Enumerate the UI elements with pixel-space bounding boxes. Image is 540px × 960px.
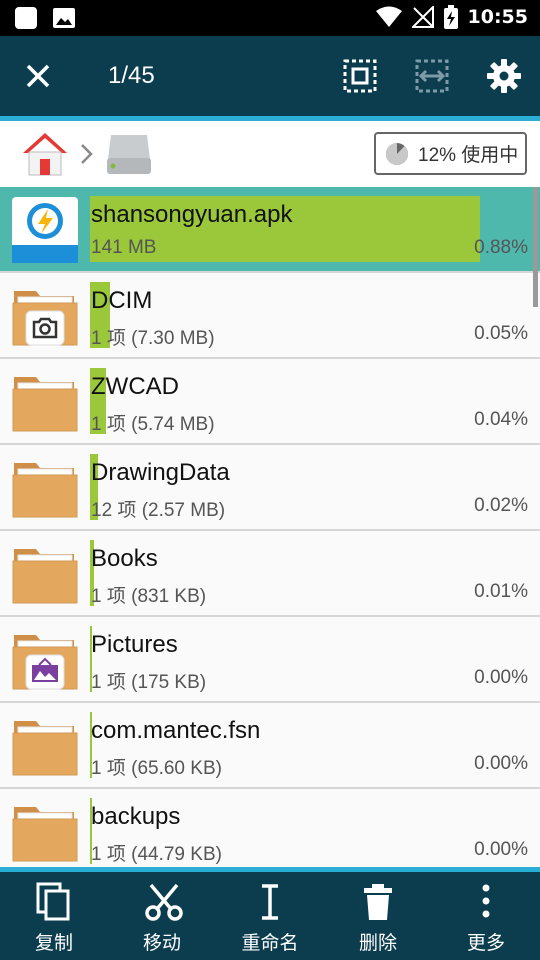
folder-icon <box>12 807 78 862</box>
file-row[interactable]: Pictures 1 项 (175 KB) 0.00% <box>0 617 540 703</box>
file-meta: 12 项 (2.57 MB) <box>91 500 226 521</box>
folder-icon <box>12 463 78 518</box>
file-thumbnail <box>12 541 78 607</box>
breadcrumb: 12% 使用中 <box>0 121 540 187</box>
copy-icon <box>36 882 70 921</box>
copy-button[interactable]: 复制 <box>4 872 104 960</box>
chevron-right-icon <box>81 144 93 164</box>
file-percent: 0.88% <box>474 237 528 258</box>
file-percent: 0.01% <box>474 581 528 602</box>
file-name: Pictures <box>91 631 178 658</box>
more-button[interactable]: 更多 <box>436 872 536 960</box>
select-all-button[interactable] <box>340 56 380 96</box>
status-time: 10:55 <box>467 6 528 28</box>
file-row[interactable]: Books 1 项 (831 KB) 0.01% <box>0 531 540 617</box>
file-meta: 1 项 (65.60 KB) <box>91 758 222 779</box>
select-all-icon <box>343 59 377 93</box>
file-thumbnail <box>12 283 78 349</box>
file-row[interactable]: DrawingData 12 项 (2.57 MB) 0.02% <box>0 445 540 531</box>
file-percent: 0.00% <box>474 667 528 688</box>
app-icon <box>12 197 78 263</box>
file-name: backups <box>91 803 181 830</box>
folder-icon <box>12 721 78 776</box>
folder-icon <box>12 377 78 432</box>
close-selection-button[interactable] <box>18 56 58 96</box>
file-meta: 1 项 (831 KB) <box>91 586 207 607</box>
storage-drive-icon[interactable] <box>104 129 154 179</box>
file-meta: 1 项 (44.79 KB) <box>91 844 222 865</box>
delete-button[interactable]: 删除 <box>328 872 428 960</box>
file-thumbnail <box>12 369 78 435</box>
file-name: DrawingData <box>91 459 230 486</box>
file-percent: 0.00% <box>474 753 528 774</box>
battery-charging-icon <box>443 5 458 29</box>
select-range-button[interactable] <box>412 56 452 96</box>
rename-button[interactable]: 重命名 <box>220 872 320 960</box>
file-meta: 1 项 (5.74 MB) <box>91 414 215 435</box>
file-name: ZWCAD <box>91 373 179 400</box>
file-meta: 1 项 (7.30 MB) <box>91 328 215 349</box>
more-vertical-icon <box>482 884 490 918</box>
file-name: shansongyuan.apk <box>91 201 293 228</box>
folder-icon <box>12 635 78 690</box>
storage-usage-label: 12% 使用中 <box>418 145 519 166</box>
folder-icon <box>12 549 78 604</box>
usage-pie-icon <box>386 142 409 165</box>
wifi-icon <box>375 6 402 27</box>
file-name: com.mantec.fsn <box>91 717 261 744</box>
file-row[interactable]: ZWCAD 1 项 (5.74 MB) 0.04% <box>0 359 540 445</box>
trash-icon <box>364 884 392 920</box>
file-thumbnail <box>12 197 78 263</box>
file-percent: 0.00% <box>474 839 528 860</box>
close-icon <box>26 64 50 88</box>
file-row[interactable]: shansongyuan.apk 141 MB 0.88% <box>0 187 540 273</box>
bottom-toolbar: 复制 移动 重命名 删除 更多 <box>0 872 540 960</box>
scrollbar-thumb[interactable] <box>533 187 538 307</box>
image-notification-icon <box>53 8 75 28</box>
file-thumbnail <box>12 799 78 865</box>
file-meta: 141 MB <box>91 237 157 258</box>
file-percent: 0.02% <box>474 495 528 516</box>
file-row[interactable]: com.mantec.fsn 1 项 (65.60 KB) 0.00% <box>0 703 540 789</box>
status-bar: 10:55 <box>0 0 540 36</box>
text-cursor-icon <box>262 884 278 920</box>
scissors-icon <box>145 883 183 921</box>
file-name: Books <box>91 545 158 572</box>
file-thumbnail <box>12 455 78 521</box>
file-percent: 0.05% <box>474 323 528 344</box>
file-row[interactable]: backups 1 项 (44.79 KB) 0.00% <box>0 789 540 867</box>
gear-icon <box>487 59 521 93</box>
file-percent: 0.04% <box>474 409 528 430</box>
selection-count: 1/45 <box>108 62 155 89</box>
move-button[interactable]: 移动 <box>112 872 212 960</box>
settings-button[interactable] <box>484 56 524 96</box>
folder-icon <box>12 291 78 346</box>
selection-app-bar: 1/45 <box>0 36 540 116</box>
file-name: DCIM <box>91 287 153 314</box>
storage-usage-badge[interactable]: 12% 使用中 <box>374 132 527 175</box>
select-range-icon <box>415 59 449 93</box>
file-list[interactable]: backups 1 项 (44.79 KB) 0.00% com.mantec.fsn… <box>0 187 540 867</box>
no-signal-icon <box>411 6 434 28</box>
home-icon[interactable] <box>20 129 70 179</box>
file-thumbnail <box>12 627 78 693</box>
file-thumbnail <box>12 713 78 779</box>
file-row[interactable]: DCIM 1 项 (7.30 MB) 0.05% <box>0 273 540 359</box>
file-meta: 1 项 (175 KB) <box>91 672 207 693</box>
notification-square-icon <box>15 7 37 29</box>
